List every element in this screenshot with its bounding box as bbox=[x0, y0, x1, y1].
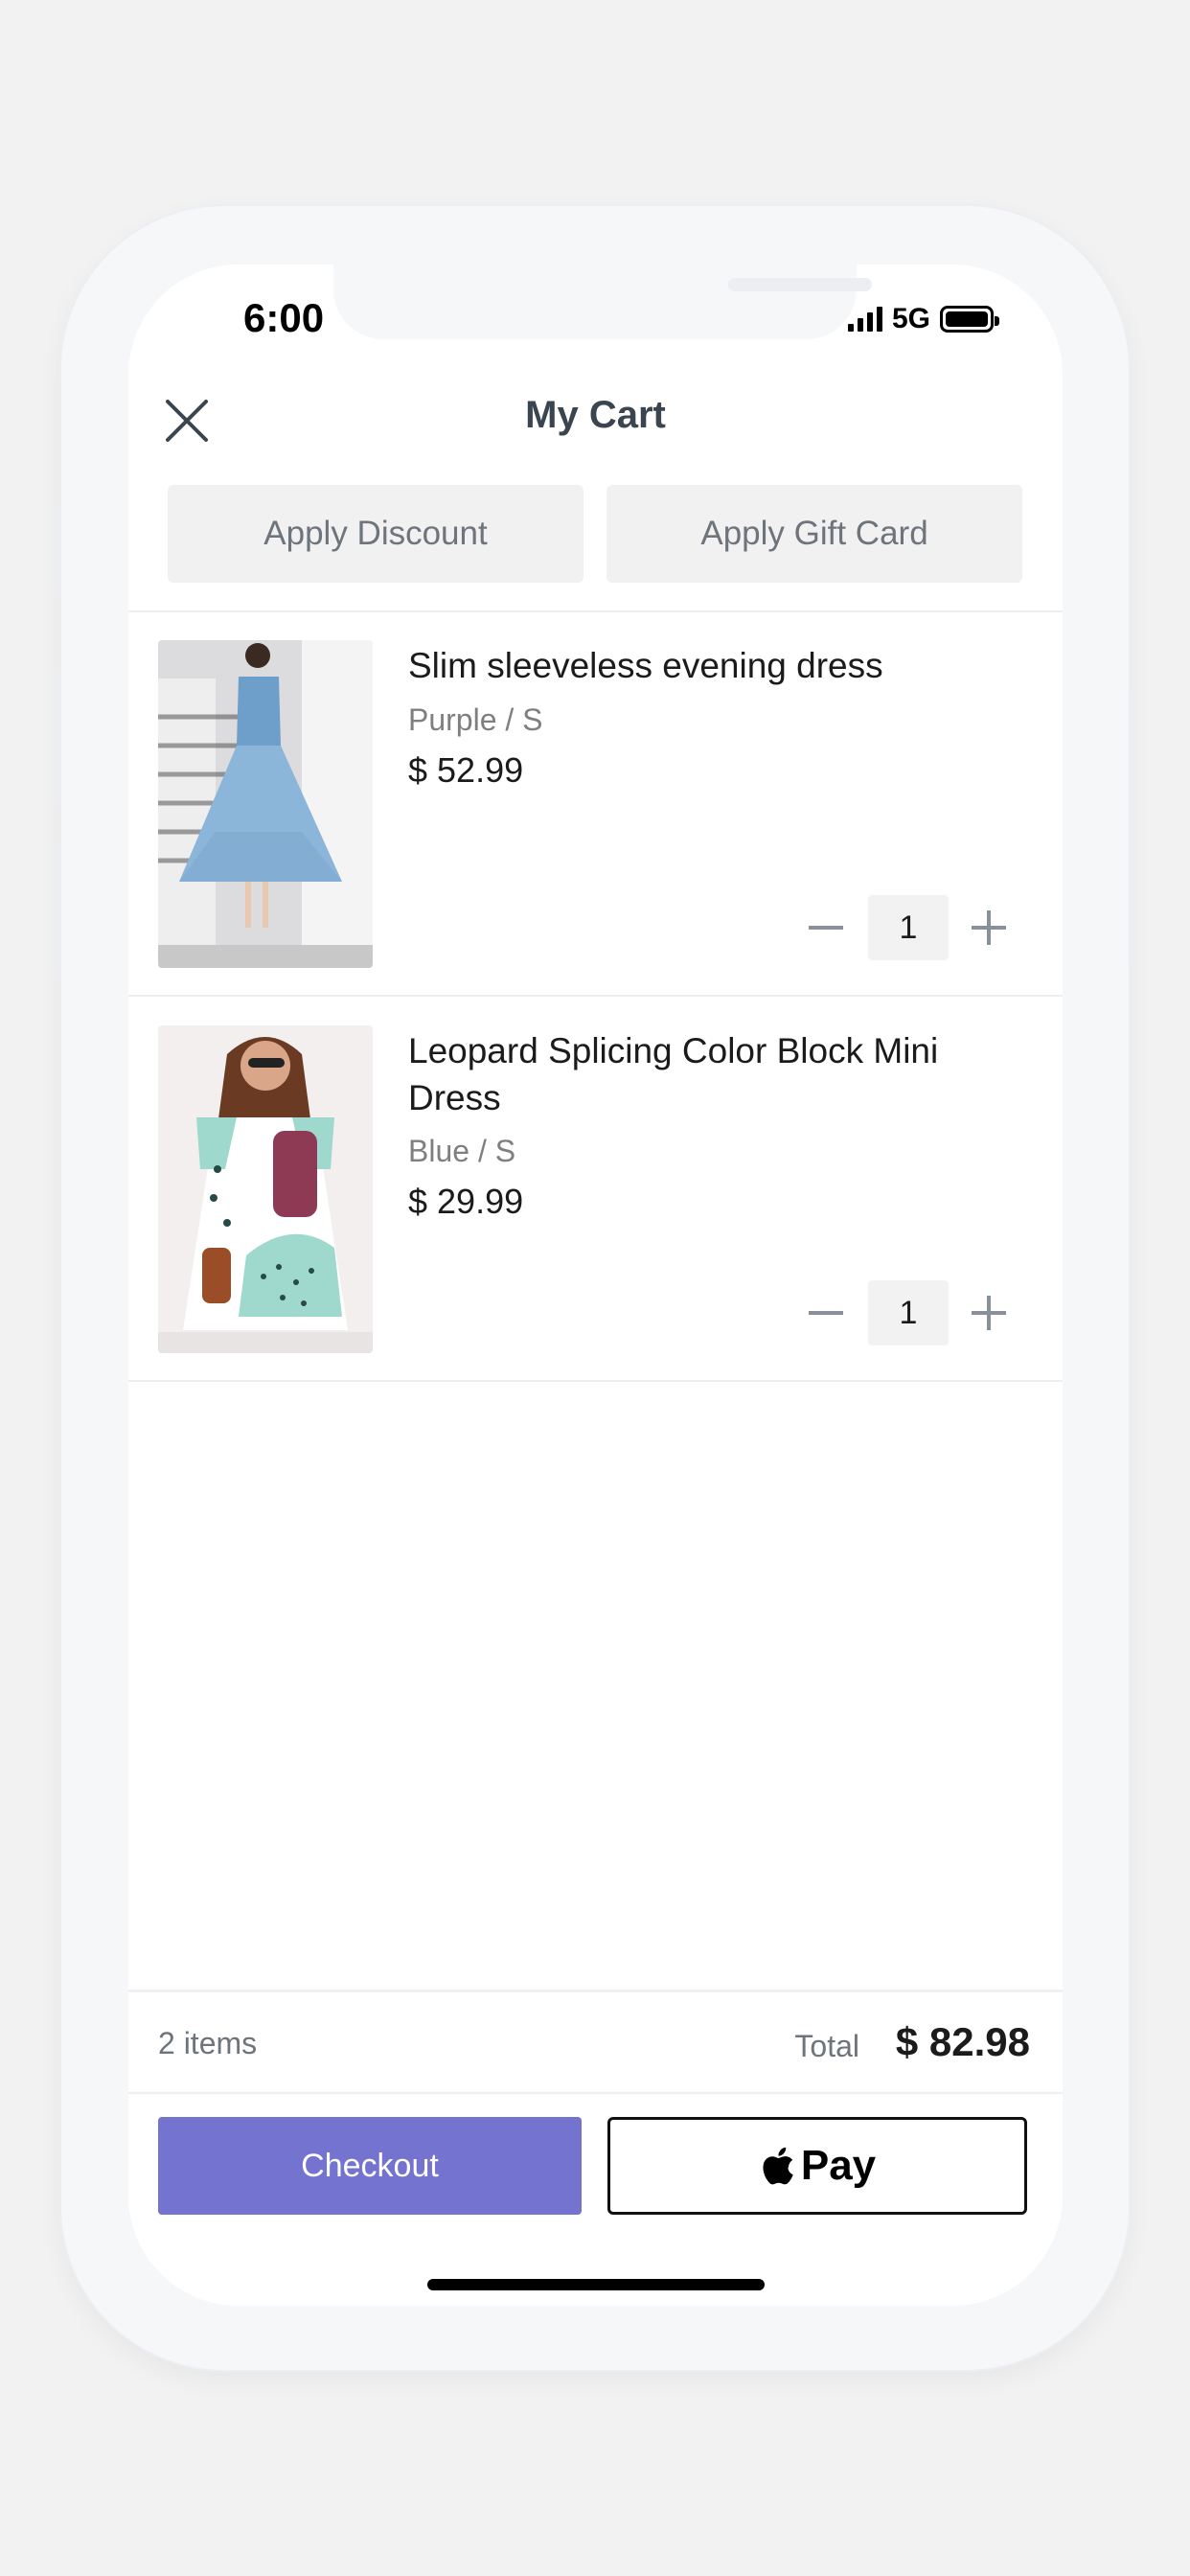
volume-down-button bbox=[54, 843, 61, 978]
power-button bbox=[1129, 690, 1136, 968]
battery-icon bbox=[940, 306, 999, 333]
total-value: $ 82.98 bbox=[895, 2019, 1030, 2064]
product-variant: Blue / S bbox=[408, 1134, 516, 1168]
apply-discount-button[interactable]: Apply Discount bbox=[168, 485, 584, 583]
product-image[interactable] bbox=[158, 640, 373, 968]
status-time: 6:00 bbox=[243, 295, 325, 340]
divider bbox=[128, 1380, 1063, 1382]
product-variant: Purple / S bbox=[408, 702, 543, 737]
apple-pay-button[interactable]: Pay bbox=[607, 2117, 1027, 2215]
cart-footer: 2 items Total $ 82.98 Checkout Pay bbox=[128, 1990, 1063, 2306]
status-icons: 5G bbox=[847, 303, 999, 335]
decrease-quantity-button[interactable] bbox=[809, 926, 843, 930]
product-image[interactable] bbox=[158, 1025, 373, 1353]
total-label: Total bbox=[794, 2029, 859, 2063]
side-button bbox=[54, 508, 61, 594]
cart-item: Leopard Splicing Color Block Mini Dress … bbox=[128, 997, 1063, 1380]
home-indicator bbox=[427, 2279, 765, 2290]
cart-item: Slim sleeveless evening dress Purple / S… bbox=[128, 611, 1063, 995]
divider bbox=[128, 2092, 1063, 2094]
apply-gift-card-button[interactable]: Apply Gift Card bbox=[606, 485, 1022, 583]
items-count: 2 items bbox=[158, 2026, 258, 2060]
product-price: $ 52.99 bbox=[408, 750, 524, 790]
notch bbox=[333, 264, 872, 339]
checkout-button[interactable]: Checkout bbox=[158, 2117, 582, 2215]
quantity-value[interactable]: 1 bbox=[868, 895, 949, 960]
product-price: $ 29.99 bbox=[408, 1182, 524, 1221]
apple-pay-label: Pay bbox=[800, 2142, 877, 2189]
increase-quantity-button[interactable] bbox=[972, 1296, 1006, 1330]
apple-icon bbox=[763, 2147, 793, 2185]
product-name[interactable]: Leopard Splicing Color Block Mini Dress bbox=[408, 1027, 945, 1121]
product-name[interactable]: Slim sleeveless evening dress bbox=[408, 642, 945, 689]
network-label: 5G bbox=[891, 303, 930, 334]
quantity-value[interactable]: 1 bbox=[868, 1280, 949, 1346]
signal-icon bbox=[847, 307, 882, 332]
volume-up-button bbox=[54, 671, 61, 805]
page-title: My Cart bbox=[525, 394, 666, 436]
app-screen: 6:00 5G My Cart Apply Discount Apply Gif… bbox=[128, 264, 1063, 2306]
decrease-quantity-button[interactable] bbox=[809, 1311, 843, 1315]
speaker bbox=[728, 278, 872, 291]
increase-quantity-button[interactable] bbox=[972, 910, 1006, 945]
